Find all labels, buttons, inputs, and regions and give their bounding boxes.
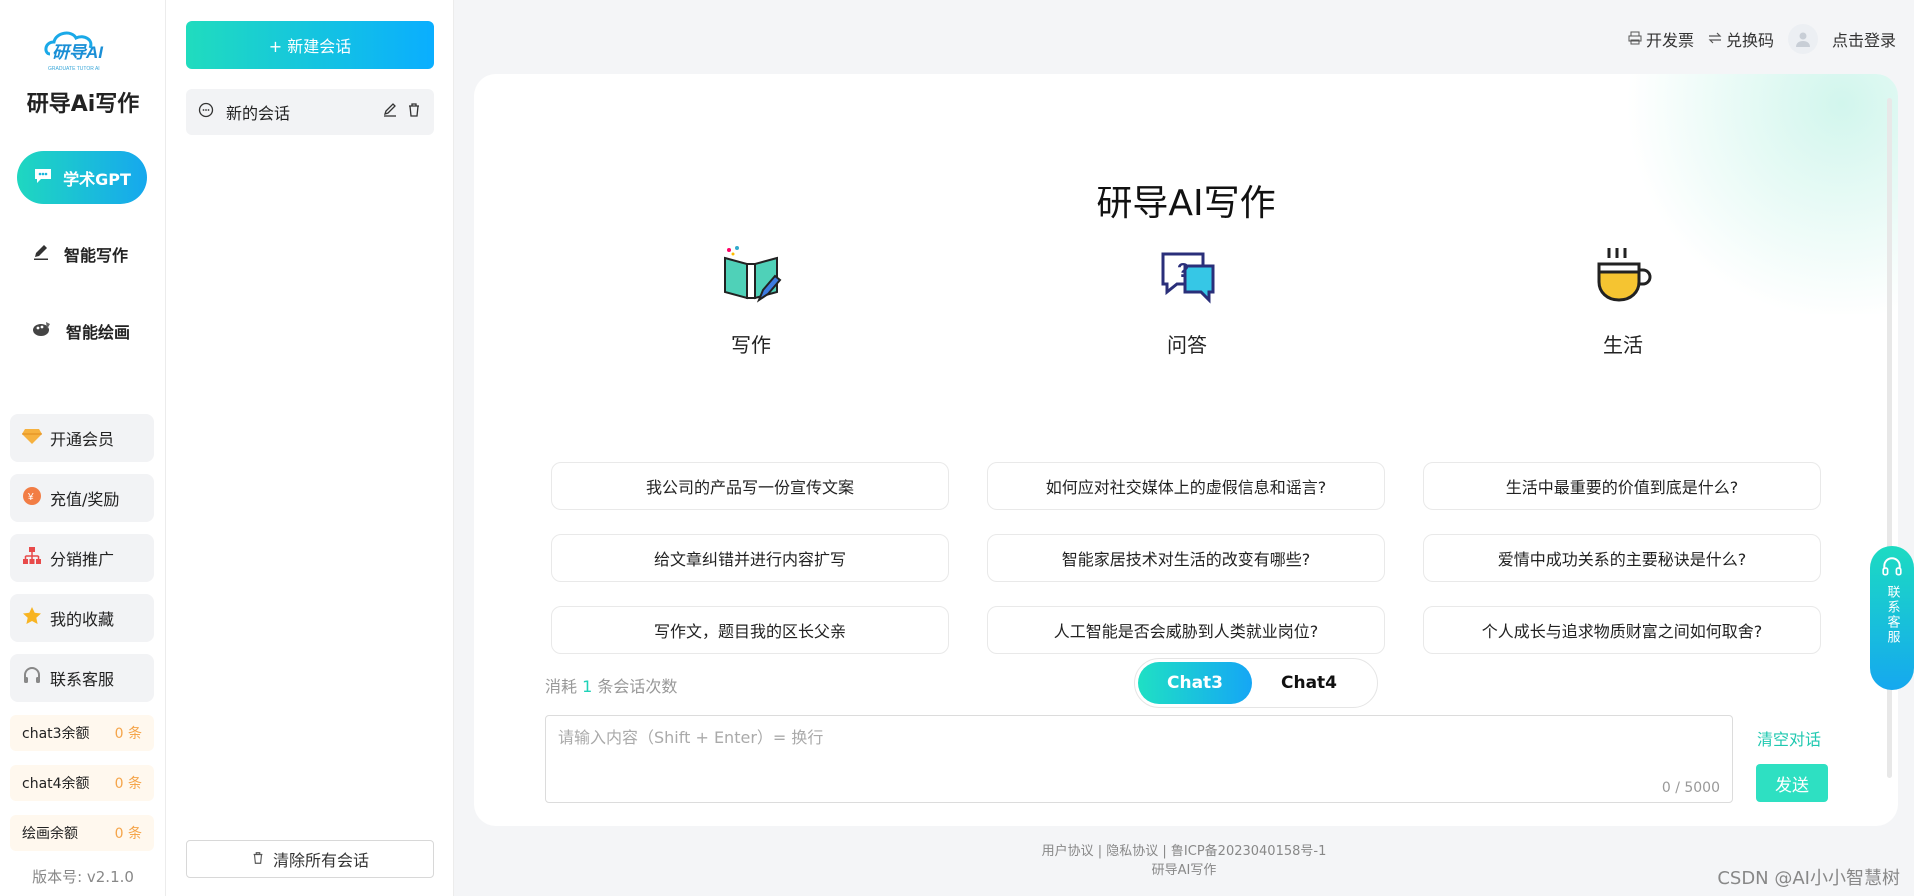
prompt-card[interactable]: 生活中最重要的价值到底是什么? [1423, 462, 1821, 510]
quota-chat3: chat3余额 0 条 [10, 715, 154, 751]
footer-brand: 研导AI写作 [1151, 863, 1217, 878]
send-button[interactable]: 发送 [1756, 764, 1828, 802]
invoice-link[interactable]: 开发票 [1628, 27, 1694, 51]
nav-academic-gpt[interactable]: 学术GPT [17, 151, 147, 204]
conversation-item[interactable]: 新的会话 [186, 89, 434, 135]
quota-drawing-value: 0 条 [114, 826, 142, 842]
headset-icon [1881, 556, 1903, 583]
question-bubble-icon: ? [1155, 244, 1219, 313]
prompt-card[interactable]: 人工智能是否会威胁到人类就业岗位? [987, 606, 1385, 654]
prompt-card[interactable]: 如何应对社交媒体上的虚假信息和谣言? [987, 462, 1385, 510]
menu-membership[interactable]: 开通会员 [10, 414, 154, 462]
star-icon [22, 606, 42, 630]
consume-info: 消耗 1 条会话次数 [545, 677, 678, 696]
nav-smart-drawing[interactable]: 智能绘画 [0, 311, 166, 351]
model-chat4-tab[interactable]: Chat4 [1252, 662, 1366, 704]
printer-icon [1628, 30, 1642, 49]
menu-favorites-label: 我的收藏 [50, 610, 115, 629]
nav-academic-gpt-label: 学术GPT [63, 169, 131, 189]
quota-chat3-value: 0 条 [114, 726, 142, 742]
category-life: 生活 生活中最重要的价值到底是什么? 爱情中成功关系的主要秘诀是什么? 个人成长… [1423, 244, 1823, 654]
prompt-card[interactable]: 给文章纠错并进行内容扩写 [551, 534, 949, 582]
coffee-cup-icon [1591, 244, 1655, 313]
prompt-card[interactable]: 智能家居技术对生活的改变有哪些? [987, 534, 1385, 582]
prompt-card[interactable]: 我公司的产品写一份宣传文案 [551, 462, 949, 510]
main-card: 研导AI写作 写作 我公司的产品写一份宣传文案 给文章纠错并进行内容扩写 写作文… [474, 74, 1898, 826]
menu-recharge-label: 充值/奖励 [50, 490, 120, 509]
svg-text:¥: ¥ [27, 492, 34, 503]
nav-smart-writing[interactable]: 智能写作 [0, 234, 166, 274]
nav-smart-drawing-label: 智能绘画 [66, 323, 131, 342]
invoice-label: 开发票 [1645, 31, 1694, 50]
quota-chat4: chat4余额 0 条 [10, 765, 154, 801]
headset-icon [22, 666, 42, 690]
org-chart-icon [22, 546, 42, 570]
clear-all-conversations-button[interactable]: 清除所有会话 [186, 840, 434, 878]
redeem-link[interactable]: 兑换码 [1708, 27, 1774, 51]
pen-icon [32, 243, 50, 265]
menu-contact-service[interactable]: 联系客服 [10, 654, 154, 702]
watermark: CSDN @AI小小智慧树 [1717, 868, 1900, 889]
category-writing: 写作 我公司的产品写一份宣传文案 给文章纠错并进行内容扩写 写作文，题目我的区长… [551, 244, 951, 654]
trash-icon [251, 850, 265, 869]
quota-drawing: 绘画余额 0 条 [10, 815, 154, 851]
avatar[interactable] [1787, 24, 1818, 54]
footer-links[interactable]: 用户协议 | 隐私协议 | 鲁ICP备2023040158号-1 [454, 842, 1914, 861]
quota-drawing-label: 绘画余额 [22, 826, 78, 842]
menu-recharge[interactable]: ¥ 充值/奖励 [10, 474, 154, 522]
message-input-placeholder: 请输入内容（Shift + Enter）= 换行 [558, 728, 824, 747]
category-writing-title: 写作 [731, 333, 771, 357]
menu-favorites[interactable]: 我的收藏 [10, 594, 154, 642]
category-life-title: 生活 [1603, 333, 1643, 357]
palette-icon [32, 320, 52, 342]
book-pen-icon [719, 244, 783, 313]
menu-contact-service-label: 联系客服 [50, 670, 115, 689]
edit-icon[interactable] [382, 102, 398, 122]
menu-distribution-label: 分销推广 [50, 550, 115, 569]
top-bar: 开发票 兑换码 点击登录 [1628, 24, 1896, 54]
version-label: 版本号: v2.1.0 [32, 868, 134, 886]
prompt-card[interactable]: 个人成长与追求物质财富之间如何取舍? [1423, 606, 1821, 654]
svg-text:GRADUATE TUTOR AI: GRADUATE TUTOR AI [48, 66, 100, 72]
menu-distribution[interactable]: 分销推广 [10, 534, 154, 582]
new-chat-button[interactable]: + 新建会话 [186, 21, 434, 69]
category-qa: ? 问答 如何应对社交媒体上的虚假信息和谣言? 智能家居技术对生活的改变有哪些?… [987, 244, 1387, 654]
quota-chat4-label: chat4余额 [22, 776, 90, 792]
consume-count: 1 [582, 677, 593, 696]
svg-text:研导AI: 研导AI [52, 43, 104, 62]
clear-all-label: 清除所有会话 [272, 851, 369, 870]
diamond-icon [22, 427, 42, 449]
model-chat3-tab[interactable]: Chat3 [1138, 662, 1252, 704]
prompt-card[interactable]: 爱情中成功关系的主要秘诀是什么? [1423, 534, 1821, 582]
redeem-label: 兑换码 [1725, 31, 1774, 50]
message-input[interactable]: 请输入内容（Shift + Enter）= 换行 0 / 5000 [545, 715, 1733, 803]
prompt-card[interactable]: 写作文，题目我的区长父亲 [551, 606, 949, 654]
model-switch: Chat3 Chat4 [1134, 658, 1378, 708]
menu-membership-label: 开通会员 [50, 430, 115, 449]
svg-text:?: ? [1177, 260, 1189, 282]
brand-title: 研导Ai写作 [26, 92, 140, 117]
conversation-title: 新的会话 [226, 104, 291, 123]
logo: 研导AI GRADUATE TUTOR AI [40, 24, 126, 74]
trash-icon[interactable] [406, 102, 422, 122]
chat-bubble-icon [198, 102, 214, 122]
conversation-panel: + 新建会话 新的会话 清除所有会话 [166, 0, 454, 896]
left-nav: 研导AI GRADUATE TUTOR AI 研导Ai写作 学术GPT 智能写作… [0, 0, 166, 896]
clear-chat-link[interactable]: 清空对话 [1757, 726, 1821, 750]
exchange-icon [1708, 30, 1722, 49]
nav-smart-writing-label: 智能写作 [64, 246, 129, 265]
char-counter: 0 / 5000 [1661, 780, 1720, 796]
page-title: 研导AI写作 [1096, 183, 1276, 224]
chat-bubble-icon [33, 167, 53, 189]
quota-chat4-value: 0 条 [114, 776, 142, 792]
coin-icon: ¥ [22, 486, 42, 510]
quota-chat3-label: chat3余额 [22, 726, 90, 742]
category-qa-title: 问答 [1167, 333, 1207, 357]
contact-service-float-label: 联系客服 [1884, 585, 1900, 645]
footer: 用户协议 | 隐私协议 | 鲁ICP备2023040158号-1 研导AI写作 [454, 842, 1914, 880]
login-link[interactable]: 点击登录 [1832, 27, 1896, 51]
contact-service-float[interactable]: 联系客服 [1870, 546, 1914, 690]
